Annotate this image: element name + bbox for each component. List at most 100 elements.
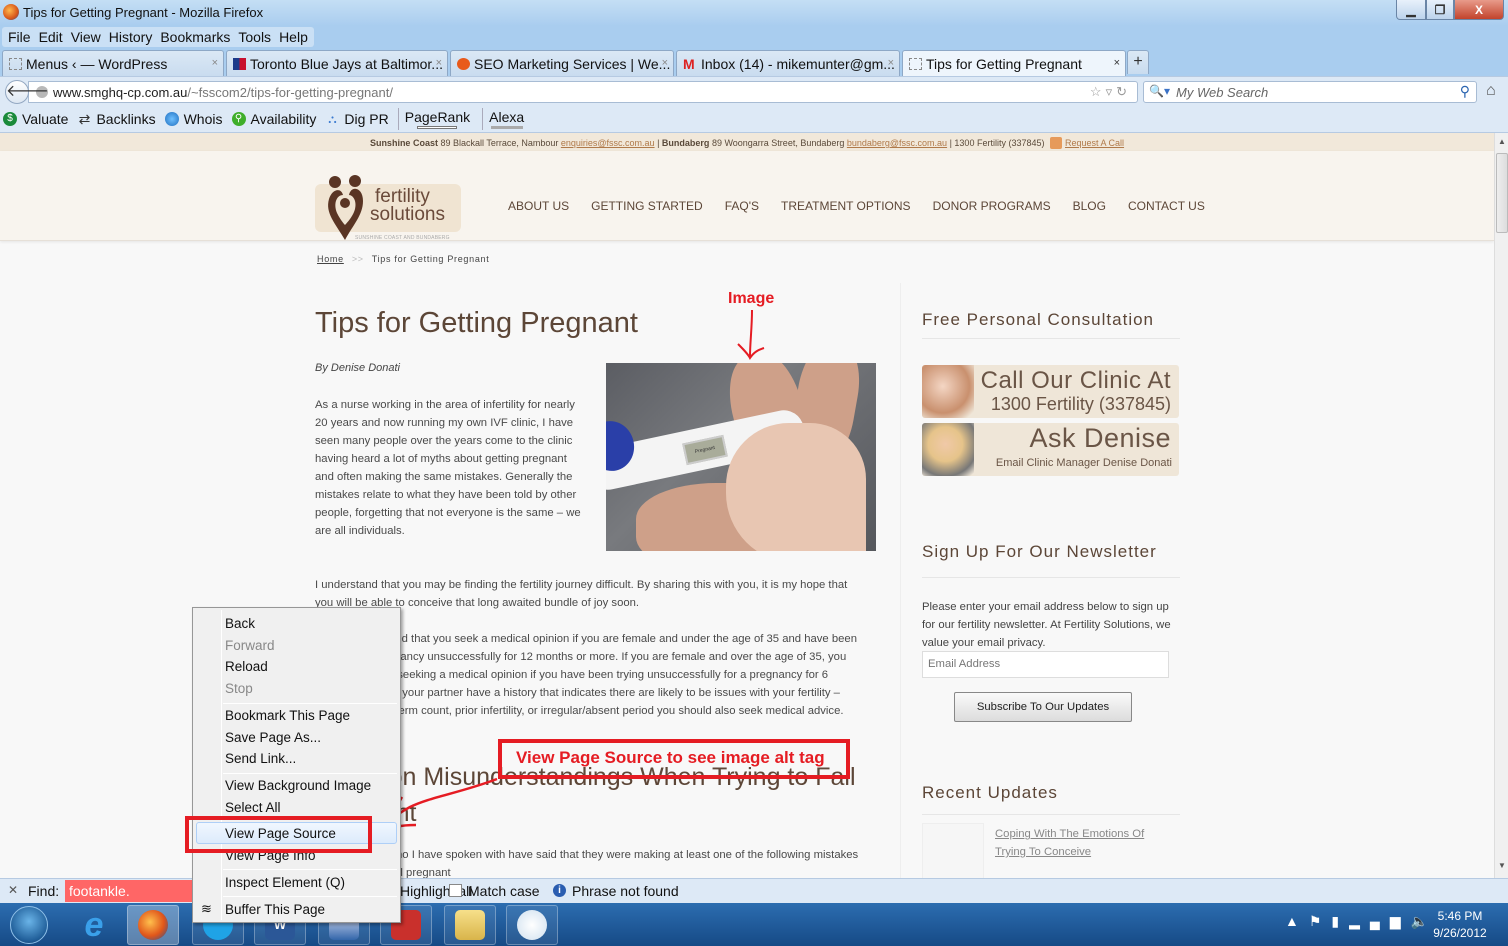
bookmark-label: Valuate (22, 111, 69, 127)
bookmark-star-icon[interactable]: ☆ (1090, 84, 1106, 99)
close-tab-icon[interactable]: × (1114, 57, 1120, 69)
nav-getting-started[interactable]: GETTING STARTED (591, 199, 703, 213)
bookmark-dig-pr[interactable]: ⛬ Dig PR (325, 111, 389, 127)
new-tab-button[interactable]: + (1127, 50, 1149, 74)
bookmark-label: Availability (250, 111, 317, 127)
recent-post-link[interactable]: Coping With The Emotions Of Trying To Co… (995, 825, 1175, 861)
menu-help[interactable]: Help (275, 27, 312, 47)
taskbar-internet-explorer[interactable]: e (68, 905, 120, 945)
sidebar: Free Personal Consultation Call Our Clin… (900, 283, 1180, 878)
ask-denise-banner[interactable]: Ask Denise Email Clinic Manager Denise D… (922, 423, 1179, 476)
close-tab-icon[interactable]: × (662, 57, 668, 69)
back-button[interactable]: 🡐 (5, 80, 49, 104)
arrows-icon: ⇄ (78, 111, 91, 127)
bookmark-backlinks[interactable]: ⇄ Backlinks (77, 111, 156, 127)
action-center-flag-icon[interactable]: ⚑ (1309, 913, 1332, 929)
breadcrumb-home[interactable]: Home (317, 254, 344, 264)
menu-edit[interactable]: Edit (35, 27, 67, 47)
location-name: Bundaberg (661, 138, 710, 148)
close-tab-icon[interactable]: × (436, 57, 442, 69)
menu-tools[interactable]: Tools (234, 27, 275, 47)
tab-wordpress[interactable]: Menus ‹ — WordPress × (2, 50, 224, 76)
history-dropdown-icon[interactable]: ▿ (1106, 84, 1117, 99)
bookmark-valuate[interactable]: $ Valuate (3, 111, 68, 127)
power-icon[interactable]: ▮ (1331, 913, 1349, 929)
request-call-link[interactable]: Request A Call (1065, 138, 1124, 148)
search-bar[interactable]: 🔍▾ My Web Search ⚲ (1143, 81, 1477, 103)
nav-treatment-options[interactable]: TREATMENT OPTIONS (781, 199, 911, 213)
menu-item-send-link[interactable]: Send Link... (225, 749, 296, 769)
banner-subtitle: 1300 Fertility (337845) (990, 394, 1171, 414)
menu-item-select-all[interactable]: Select All (225, 798, 281, 818)
search-engine-icon[interactable]: 🔍▾ (1149, 84, 1170, 98)
show-hidden-icons[interactable]: ▲ (1285, 913, 1309, 929)
search-go-icon[interactable]: ⚲ (1460, 83, 1470, 100)
start-button[interactable] (10, 906, 48, 944)
home-icon[interactable]: ⌂ (1486, 82, 1496, 100)
vertical-scrollbar[interactable]: ▲ ▼ (1494, 133, 1508, 878)
signal-icon[interactable]: ▂▄▆ (1349, 913, 1410, 929)
tab-blue-jays[interactable]: Toronto Blue Jays at Baltimor... × (226, 50, 448, 76)
tab-tips-pregnant[interactable]: Tips for Getting Pregnant × (902, 50, 1126, 77)
close-window-button[interactable]: X (1454, 0, 1504, 20)
reload-icon[interactable]: ↻ (1116, 84, 1131, 99)
logo-text: solutions (370, 204, 445, 225)
match-case-label[interactable]: Match case (468, 883, 540, 899)
bookmark-availability[interactable]: ⚲ Availability (231, 111, 317, 127)
bookmarks-toolbar: $ Valuate ⇄ Backlinks Whois ⚲ Availability … (0, 106, 1508, 133)
taskbar-paint[interactable] (506, 905, 558, 945)
close-tab-icon[interactable]: × (212, 57, 218, 69)
nav-contact-us[interactable]: CONTACT US (1128, 199, 1205, 213)
nav-blog[interactable]: BLOG (1073, 199, 1106, 213)
tab-label: Toronto Blue Jays at Baltimor... (250, 55, 443, 72)
menu-item-inspect-element[interactable]: Inspect Element (Q) (225, 873, 345, 893)
email-link[interactable]: enquiries@fssc.com.au (561, 138, 655, 148)
close-find-bar-icon[interactable]: ✕ (8, 883, 18, 897)
subscribe-button[interactable]: Subscribe To Our Updates (954, 692, 1132, 722)
article-image[interactable]: Pregnant (606, 363, 876, 551)
close-tab-icon[interactable]: × (888, 57, 894, 69)
email-link[interactable]: bundaberg@fssc.com.au (847, 138, 947, 148)
pagerank-widget[interactable]: PageRank (397, 108, 470, 130)
taskbar-firefox[interactable] (127, 905, 179, 945)
scroll-up-arrow[interactable]: ▲ (1498, 137, 1506, 146)
scroll-down-arrow[interactable]: ▼ (1498, 861, 1506, 870)
nav-donor-programs[interactable]: DONOR PROGRAMS (933, 199, 1051, 213)
denise-photo (922, 423, 974, 476)
tab-seo[interactable]: SEO Marketing Services | We... × (450, 50, 674, 76)
bookmark-label: Backlinks (96, 111, 156, 127)
site-logo[interactable]: fertility solutions SUNSHINE COAST AND B… (315, 167, 461, 241)
menu-item-buffer-this-page[interactable]: Buffer This Page (225, 900, 325, 920)
bookmark-whois[interactable]: Whois (164, 111, 223, 127)
menu-item-view-background-image[interactable]: View Background Image (225, 776, 371, 796)
find-status: Phrase not found (572, 883, 679, 899)
call-clinic-banner[interactable]: Call Our Clinic At 1300 Fertility (33784… (922, 365, 1179, 418)
email-address-input[interactable]: Email Address (922, 651, 1169, 678)
scrollbar-thumb[interactable] (1496, 153, 1508, 233)
nav-about-us[interactable]: ABOUT US (508, 199, 569, 213)
menu-bookmarks[interactable]: Bookmarks (156, 27, 234, 47)
image-annotation-label: Image (728, 290, 775, 307)
menu-file[interactable]: File (4, 27, 35, 47)
tab-label: Inbox (14) - mikemunter@gm... (701, 55, 895, 72)
menu-item-back[interactable]: Back (225, 614, 255, 634)
menu-item-bookmark-page[interactable]: Bookmark This Page (225, 706, 350, 726)
newsletter-description: Please enter your email address below to… (922, 601, 1171, 649)
newsletter-heading: Sign Up For Our Newsletter (922, 542, 1157, 561)
menu-view[interactable]: View (67, 27, 105, 47)
tab-gmail[interactable]: M Inbox (14) - mikemunter@gm... × (676, 50, 900, 76)
minimize-button[interactable]: ▁ (1396, 0, 1426, 20)
gmail-icon: M (683, 55, 695, 72)
taskbar-clock[interactable]: 5:46 PM 9/26/2012 (1420, 908, 1500, 942)
url-bar[interactable]: www.smghq-cp.com.au/~fsscom2/tips-for-ge… (28, 81, 1138, 103)
alexa-widget[interactable]: Alexa (482, 108, 524, 130)
nav-faqs[interactable]: FAQ'S (725, 199, 759, 213)
menu-item-save-page-as[interactable]: Save Page As... (225, 728, 321, 748)
menu-history[interactable]: History (105, 27, 157, 47)
taskbar-explorer[interactable] (444, 905, 496, 945)
menu-separator (223, 896, 397, 897)
match-case-checkbox[interactable] (449, 884, 462, 897)
restore-button[interactable]: ❐ (1426, 0, 1454, 20)
recent-post-thumbnail[interactable] (922, 823, 984, 878)
menu-item-reload[interactable]: Reload (225, 657, 268, 677)
